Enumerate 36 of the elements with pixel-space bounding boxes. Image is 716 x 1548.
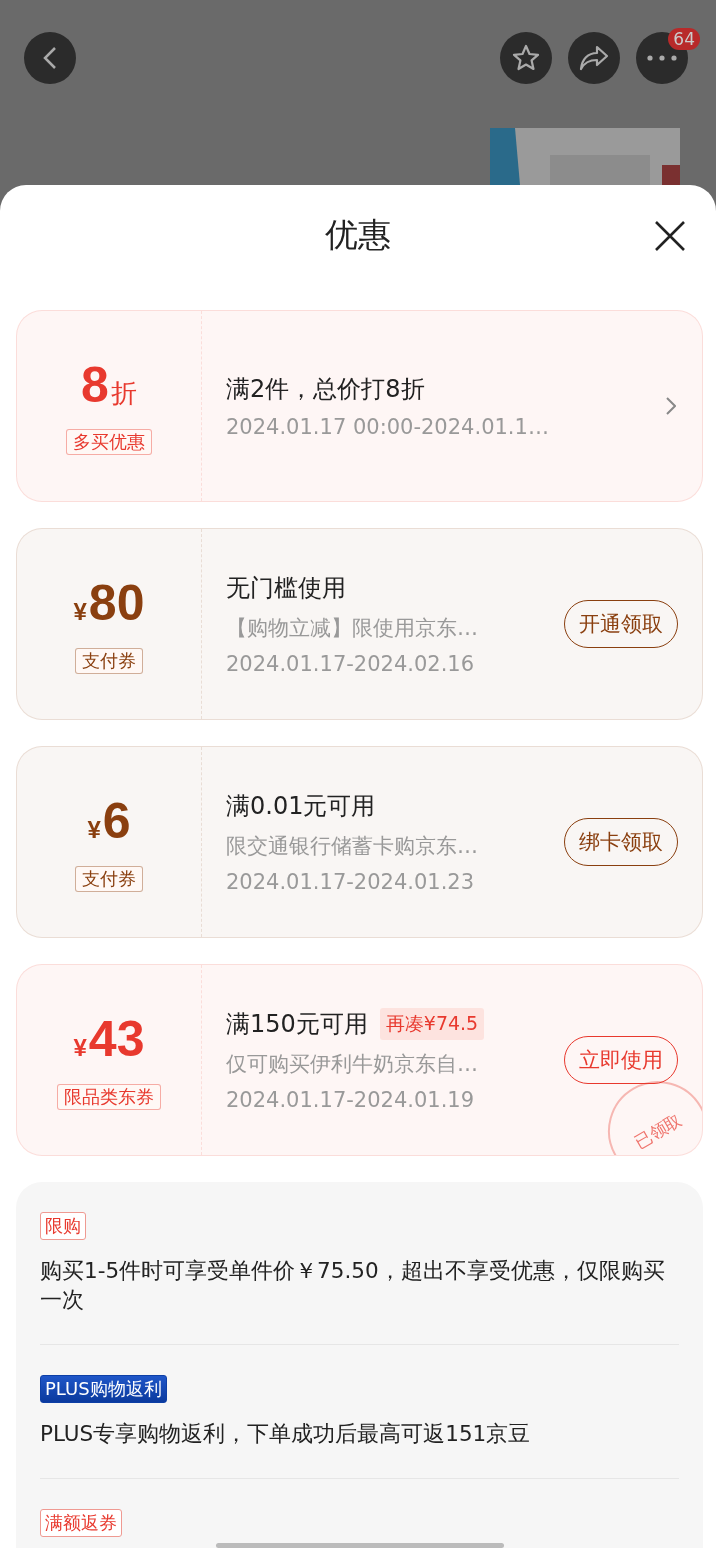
coupon-detail: 【购物立减】限使用京东… bbox=[226, 615, 479, 642]
notification-badge: 64 bbox=[668, 28, 700, 50]
sheet-title: 优惠 bbox=[325, 214, 391, 256]
coupon-type-tag: 限品类东券 bbox=[57, 1083, 161, 1110]
coupon-type-tag: 支付券 bbox=[75, 865, 143, 892]
coupon-detail: 2024.01.17-2024.02.16 bbox=[226, 652, 476, 676]
coupon-amount: ¥43 bbox=[73, 1010, 145, 1069]
share-button[interactable] bbox=[568, 32, 620, 84]
coupon-detail: 仅可购买伊利牛奶京东自… bbox=[226, 1051, 479, 1078]
back-button[interactable] bbox=[24, 32, 76, 84]
promo-tag: 限购 bbox=[40, 1212, 86, 1240]
coupon-title: 满150元可用 bbox=[226, 1009, 368, 1040]
coupon-detail: 限交通银行储蓄卡购京东… bbox=[226, 833, 479, 860]
coupon-detail: 2024.01.17 00:00-2024.01.1… bbox=[226, 415, 550, 439]
chevron-right-icon[interactable] bbox=[666, 397, 676, 415]
star-icon bbox=[511, 43, 541, 73]
coupon-type-tag: 多买优惠 bbox=[66, 429, 152, 455]
coupon-title: 满2件，总价打8折 bbox=[226, 374, 425, 405]
coupon-title: 满0.01元可用 bbox=[226, 791, 376, 822]
share-icon bbox=[579, 45, 609, 71]
favorite-button[interactable] bbox=[500, 32, 552, 84]
back-icon bbox=[43, 46, 57, 70]
coupon-amount: ¥6 bbox=[87, 792, 131, 851]
promo-tag: 满额返券 bbox=[40, 1509, 122, 1537]
shortfall-tag: 再凑¥74.5 bbox=[379, 1008, 485, 1040]
promo-description: 购买1-5件时可享受单件价￥75.50，超出不享受优惠，仅限购买一次 bbox=[40, 1257, 666, 1314]
coupon-title: 无门槛使用 bbox=[226, 573, 346, 604]
coupon-amount: 8折 bbox=[81, 357, 137, 415]
coupon-amount: ¥80 bbox=[73, 574, 145, 633]
close-icon bbox=[654, 219, 686, 252]
coupon-type-tag: 支付券 bbox=[75, 647, 143, 674]
promo-tag: PLUS购物返利 bbox=[40, 1375, 167, 1403]
coupon-detail: 2024.01.17-2024.01.23 bbox=[226, 870, 476, 894]
promo-description: PLUS专享购物返利，下单成功后最高可返151京豆 bbox=[40, 1420, 532, 1448]
more-icon bbox=[647, 55, 677, 61]
coupon-detail: 2024.01.17-2024.01.19 bbox=[226, 1088, 476, 1112]
